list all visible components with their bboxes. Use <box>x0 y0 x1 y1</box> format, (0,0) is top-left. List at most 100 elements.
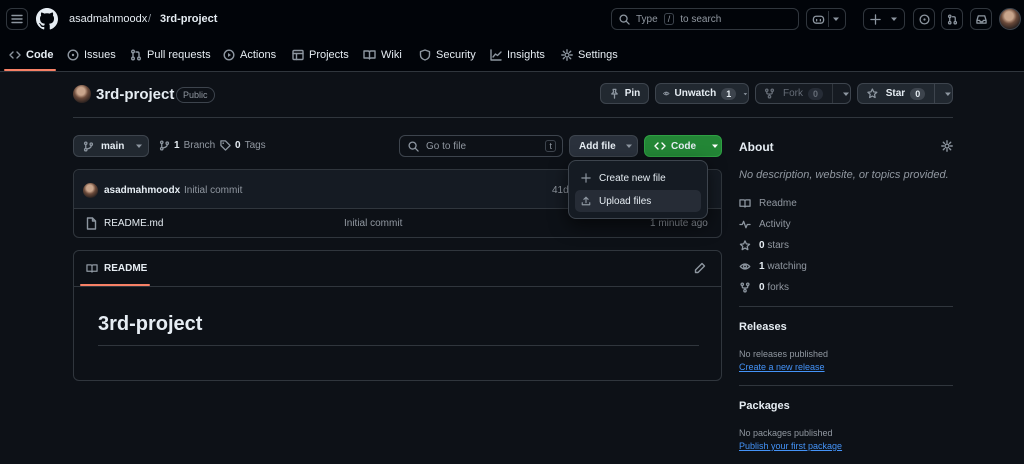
tab-actions[interactable]: Actions <box>223 40 276 70</box>
pencil-icon[interactable] <box>694 262 706 274</box>
unwatch-label: Unwatch <box>674 88 717 99</box>
forks-label: forks <box>767 282 790 293</box>
search-icon <box>408 140 419 152</box>
about-title: About <box>739 140 774 154</box>
go-to-file-placeholder: Go to file <box>426 140 467 152</box>
tab-issues[interactable]: Issues <box>67 40 116 70</box>
branches-label: Branch <box>183 140 216 151</box>
watching-link[interactable]: 1 watching <box>739 261 807 272</box>
hamburger-icon <box>11 14 23 24</box>
readme-heading: 3rd-project <box>98 313 203 335</box>
go-to-file-shortcut-key: t <box>545 140 556 152</box>
star-icon <box>739 240 751 251</box>
tab-wiki[interactable]: Wiki <box>363 40 402 70</box>
gear-icon <box>561 49 573 61</box>
tags-link[interactable]: 0 Tags <box>220 140 266 151</box>
sidebar-divider <box>739 306 953 307</box>
search-icon <box>619 13 630 25</box>
stars-label: stars <box>767 240 790 251</box>
inbox-button[interactable] <box>970 8 992 30</box>
tab-projects[interactable]: Projects <box>292 40 349 70</box>
file-name[interactable]: README.md <box>104 218 163 229</box>
about-description: No description, website, or topics provi… <box>739 169 949 181</box>
create-new-file-label: Create new file <box>599 172 666 184</box>
code-button[interactable]: Code <box>644 135 722 157</box>
tab-label: Insights <box>507 49 545 61</box>
code-label: Code <box>671 140 696 152</box>
branch-selector[interactable]: main <box>73 135 149 157</box>
book-icon <box>363 50 376 60</box>
stars-link[interactable]: 0 stars <box>739 240 789 251</box>
repo-nav: Code Issues Pull requests Actions Projec… <box>0 40 1024 72</box>
search-input[interactable]: Type / to search <box>611 8 799 30</box>
packages-title[interactable]: Packages <box>739 400 790 412</box>
breadcrumb-owner[interactable]: asadmahmoodx <box>69 13 147 25</box>
readme-tab[interactable]: README <box>86 263 147 274</box>
pull-requests-shortcut-button[interactable] <box>941 8 963 30</box>
activity-link-label: Activity <box>759 219 791 230</box>
create-new-file-item[interactable]: Create new file <box>575 167 701 189</box>
publish-package-link[interactable]: Publish your first package <box>739 441 842 451</box>
search-suffix: to search <box>680 13 722 25</box>
tab-security[interactable]: Security <box>419 40 476 70</box>
caret-down-icon <box>743 92 748 95</box>
pulse-icon <box>739 220 751 229</box>
commit-author-avatar[interactable] <box>83 183 98 198</box>
repo-name[interactable]: 3rd-project <box>96 86 174 103</box>
commit-author[interactable]: asadmahmoodx <box>104 185 180 196</box>
releases-title[interactable]: Releases <box>739 321 787 333</box>
upload-icon <box>581 196 591 206</box>
issues-shortcut-button[interactable] <box>913 8 935 30</box>
graph-icon <box>490 49 502 61</box>
active-tab-indicator <box>4 69 56 71</box>
add-file-menu: Create new file Upload files <box>568 160 708 219</box>
branches-link[interactable]: 1 Branch <box>159 140 215 151</box>
pin-button[interactable]: Pin <box>600 83 649 104</box>
tab-insights[interactable]: Insights <box>490 40 545 70</box>
inbox-icon <box>975 14 987 24</box>
upload-files-item[interactable]: Upload files <box>575 190 701 212</box>
forks-count: 0 <box>759 282 765 293</box>
owner-avatar[interactable] <box>73 85 91 103</box>
user-avatar[interactable] <box>999 8 1021 30</box>
issue-icon <box>67 49 79 61</box>
activity-link[interactable]: Activity <box>739 219 791 230</box>
copilot-button[interactable] <box>806 8 846 30</box>
go-to-file-input[interactable]: Go to file t <box>399 135 563 157</box>
add-file-label: Add file <box>579 140 616 152</box>
book-icon <box>86 264 98 273</box>
fork-button[interactable]: Fork 0 <box>755 83 851 104</box>
github-logo-icon[interactable] <box>36 8 58 30</box>
tab-label: Actions <box>240 49 277 61</box>
menu-button[interactable] <box>6 8 28 30</box>
tab-settings[interactable]: Settings <box>561 40 618 70</box>
search-prefix: Type <box>636 13 658 25</box>
code-icon <box>654 142 666 150</box>
readme-panel: README 3rd-project <box>73 250 722 381</box>
star-button[interactable]: Star 0 <box>857 83 953 104</box>
commit-message[interactable]: Initial commit <box>184 185 242 196</box>
issue-icon <box>918 13 930 25</box>
commit-hash[interactable]: 41d <box>552 185 569 196</box>
tab-label: Code <box>26 49 54 61</box>
unwatch-button[interactable]: Unwatch 1 <box>655 83 749 104</box>
caret-down-icon <box>136 144 143 148</box>
caret-down-icon <box>843 92 850 96</box>
watching-label: watching <box>767 261 807 272</box>
file-commit-message[interactable]: Initial commit <box>344 218 402 229</box>
upload-files-label: Upload files <box>599 195 652 207</box>
readme-header-divider <box>74 286 721 287</box>
tab-label: Pull requests <box>147 49 211 61</box>
plus-icon <box>870 13 881 25</box>
breadcrumb-repo[interactable]: 3rd-project <box>160 13 217 25</box>
tags-label: Tags <box>244 140 266 151</box>
create-new-button[interactable] <box>863 8 905 30</box>
forks-link[interactable]: 0 forks <box>739 282 789 293</box>
tab-pull-requests[interactable]: Pull requests <box>130 40 211 70</box>
tab-code[interactable]: Code <box>9 40 54 70</box>
readme-link[interactable]: Readme <box>739 198 797 209</box>
gear-icon[interactable] <box>941 140 953 152</box>
add-file-button[interactable]: Add file <box>569 135 638 157</box>
create-release-link[interactable]: Create a new release <box>739 362 825 372</box>
pin-icon <box>610 88 618 99</box>
